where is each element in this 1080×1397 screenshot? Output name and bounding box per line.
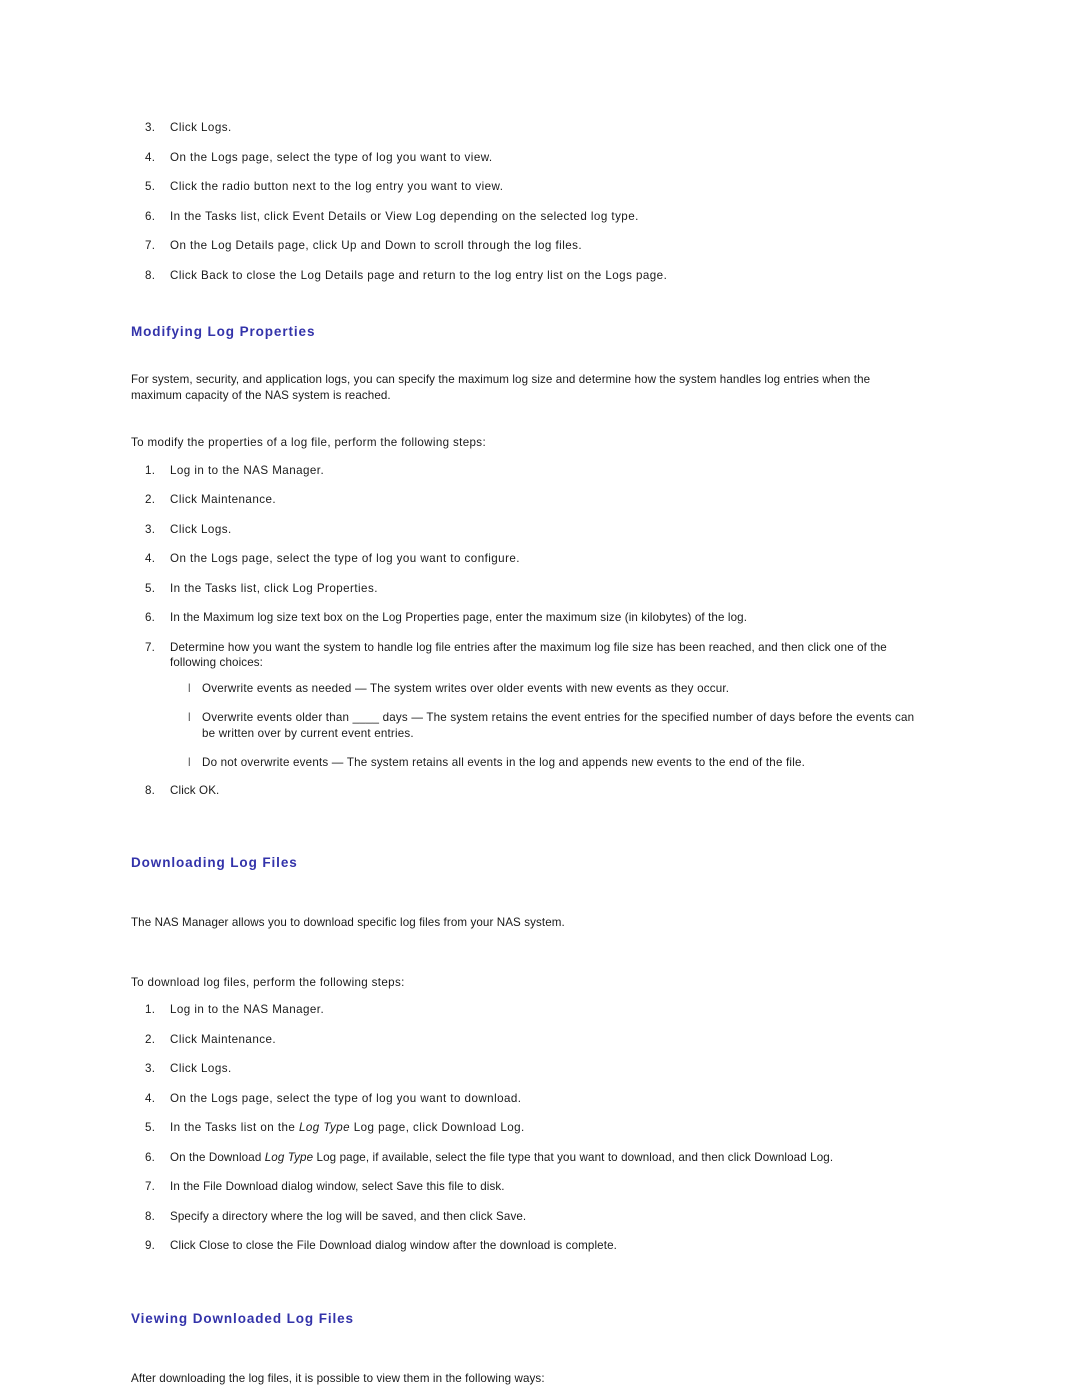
section-heading-downloading-log-files: Downloading Log Files [131, 855, 298, 870]
list-item-text: In the Maximum log size text box on the … [170, 611, 748, 624]
list-item: l Overwrite events older than ____ days … [188, 710, 921, 741]
continued-steps-list: 3. Click Logs. 4. On the Logs page, sele… [131, 120, 921, 283]
list-item-number: 7. [145, 239, 156, 252]
list-item: 9. Click Close to close the File Downloa… [131, 1238, 921, 1254]
list-item: 8. Click Back to close the Log Details p… [131, 268, 921, 284]
list-item: 2. Click Maintenance. [131, 492, 921, 508]
list-item-text: Click OK. [170, 783, 220, 797]
list-item-text-post: Log page, if available, select the file … [313, 1150, 834, 1164]
list-item-number: 5. [145, 180, 156, 193]
list-item-text: Overwrite events older than ____ days — … [202, 711, 915, 740]
list-item-text: Click Maintenance. [170, 1032, 277, 1046]
list-item-number: 8. [145, 1209, 155, 1223]
list-item-number: 7. [145, 1180, 155, 1193]
list-item-number: 3. [145, 121, 156, 134]
list-item-text: Log in to the NAS Manager. [170, 463, 325, 477]
section-lead-in: To download log files, perform the follo… [131, 975, 405, 989]
downloading-steps-list: 1. Log in to the NAS Manager. 2. Click M… [131, 1002, 921, 1254]
bullet-icon: l [188, 711, 191, 724]
overwrite-choices-list: l Overwrite events as needed — The syste… [188, 681, 921, 771]
list-item-number: 2. [145, 493, 156, 506]
list-item: 5. In the Tasks list on the Log Type Log… [131, 1120, 921, 1136]
list-item-number: 5. [145, 581, 156, 595]
list-item-text: In the Tasks list, click Log Properties. [170, 581, 378, 595]
list-item-text: Click Logs. [170, 522, 232, 536]
list-item-text-emphasis: Log Type [264, 1150, 314, 1164]
section-paragraph: The NAS Manager allows you to download s… [131, 916, 565, 929]
list-item-text: In the File Download dialog window, sele… [170, 1180, 505, 1193]
list-item-text-pre: In the Tasks list on the [170, 1121, 299, 1134]
list-item: 7. In the File Download dialog window, s… [131, 1179, 921, 1195]
list-item: 7. On the Log Details page, click Up and… [131, 238, 921, 254]
section-lead-in: To modify the properties of a log file, … [131, 436, 487, 449]
list-item: 6. In the Tasks list, click Event Detail… [131, 209, 921, 225]
list-item: 6. On the Download Log Type Log page, if… [131, 1150, 921, 1166]
list-item-text: On the Log Details page, click Up and Do… [170, 239, 583, 252]
bullet-icon: l [188, 756, 191, 769]
list-item-number: 7. [145, 640, 155, 654]
list-item-number: 3. [145, 522, 156, 536]
list-item-text: Click Logs. [170, 121, 232, 134]
list-item: 3. Click Logs. [131, 120, 921, 136]
list-item-text: In the Tasks list, click Event Details o… [170, 209, 639, 223]
list-item: 2. Click Maintenance. [131, 1032, 921, 1048]
list-item: 5. Click the radio button next to the lo… [131, 179, 921, 195]
section-heading-viewing-downloaded-log-files: Viewing Downloaded Log Files [131, 1310, 354, 1326]
list-item: l Overwrite events as needed — The syste… [188, 681, 921, 697]
list-item-text: Log in to the NAS Manager. [170, 1003, 325, 1016]
list-item-number: 5. [145, 1121, 156, 1134]
list-item-text: On the Logs page, select the type of log… [170, 150, 493, 164]
bullet-icon: l [188, 681, 191, 695]
section-lead-in: After downloading the log files, it is p… [131, 1371, 545, 1385]
list-item-text: Click Logs. [170, 1062, 232, 1075]
list-item: 4. On the Logs page, select the type of … [131, 150, 921, 166]
list-item: 3. Click Logs. [131, 522, 921, 538]
list-item: 1. Log in to the NAS Manager. [131, 1002, 921, 1018]
list-item: 8. Click OK. [131, 783, 921, 799]
list-item-text-post: Log page, click Download Log. [350, 1121, 525, 1134]
list-item: 5. In the Tasks list, click Log Properti… [131, 581, 921, 597]
list-item-number: 4. [145, 150, 156, 164]
list-item-number: 1. [145, 463, 156, 477]
list-item-number: 6. [145, 611, 155, 624]
list-item-number: 4. [145, 1091, 156, 1105]
list-item-text: Specify a directory where the log will b… [170, 1209, 527, 1223]
list-item-number: 3. [145, 1062, 156, 1075]
list-item: 8. Specify a directory where the log wil… [131, 1209, 921, 1225]
list-item-number: 2. [145, 1032, 156, 1046]
list-item-text: Click Maintenance. [170, 493, 277, 506]
list-item-text: Click Back to close the Log Details page… [170, 268, 668, 282]
section-paragraph: For system, security, and application lo… [131, 373, 871, 402]
list-item-number: 1. [145, 1003, 156, 1016]
section-heading-modifying-log-properties: Modifying Log Properties [131, 324, 316, 339]
list-item-text: Click Close to close the File Download d… [170, 1239, 618, 1252]
list-item-number: 8. [145, 783, 155, 797]
list-item-number: 6. [145, 1150, 155, 1164]
document-content: 3. Click Logs. 4. On the Logs page, sele… [131, 120, 921, 1397]
list-item-number: 6. [145, 209, 156, 223]
list-item: 7. Determine how you want the system to … [131, 640, 921, 671]
list-item: 4. On the Logs page, select the type of … [131, 1091, 921, 1107]
document-page: 3. Click Logs. 4. On the Logs page, sele… [0, 0, 1080, 1397]
list-item-text-pre: On the Download [170, 1150, 265, 1164]
list-item-number: 8. [145, 268, 156, 282]
list-item-text: Do not overwrite events — The system ret… [202, 756, 806, 769]
list-item-text: Determine how you want the system to han… [170, 640, 887, 670]
list-item: 4. On the Logs page, select the type of … [131, 551, 921, 567]
list-item: 3. Click Logs. [131, 1061, 921, 1077]
list-item-text: On the Logs page, select the type of log… [170, 552, 520, 565]
list-item-number: 4. [145, 552, 156, 565]
list-item-text: Click the radio button next to the log e… [170, 180, 504, 193]
list-item-text: On the Logs page, select the type of log… [170, 1091, 522, 1105]
list-item: l Do not overwrite events — The system r… [188, 755, 921, 771]
list-item: 6. In the Maximum log size text box on t… [131, 610, 921, 626]
list-item-number: 9. [145, 1239, 155, 1252]
modifying-final-step-list: 8. Click OK. [131, 783, 921, 799]
list-item-text-emphasis: Log Type [298, 1121, 351, 1134]
modifying-steps-list: 1. Log in to the NAS Manager. 2. Click M… [131, 463, 921, 671]
list-item: 1. Log in to the NAS Manager. [131, 463, 921, 479]
list-item-text: Overwrite events as needed — The system … [202, 681, 730, 695]
